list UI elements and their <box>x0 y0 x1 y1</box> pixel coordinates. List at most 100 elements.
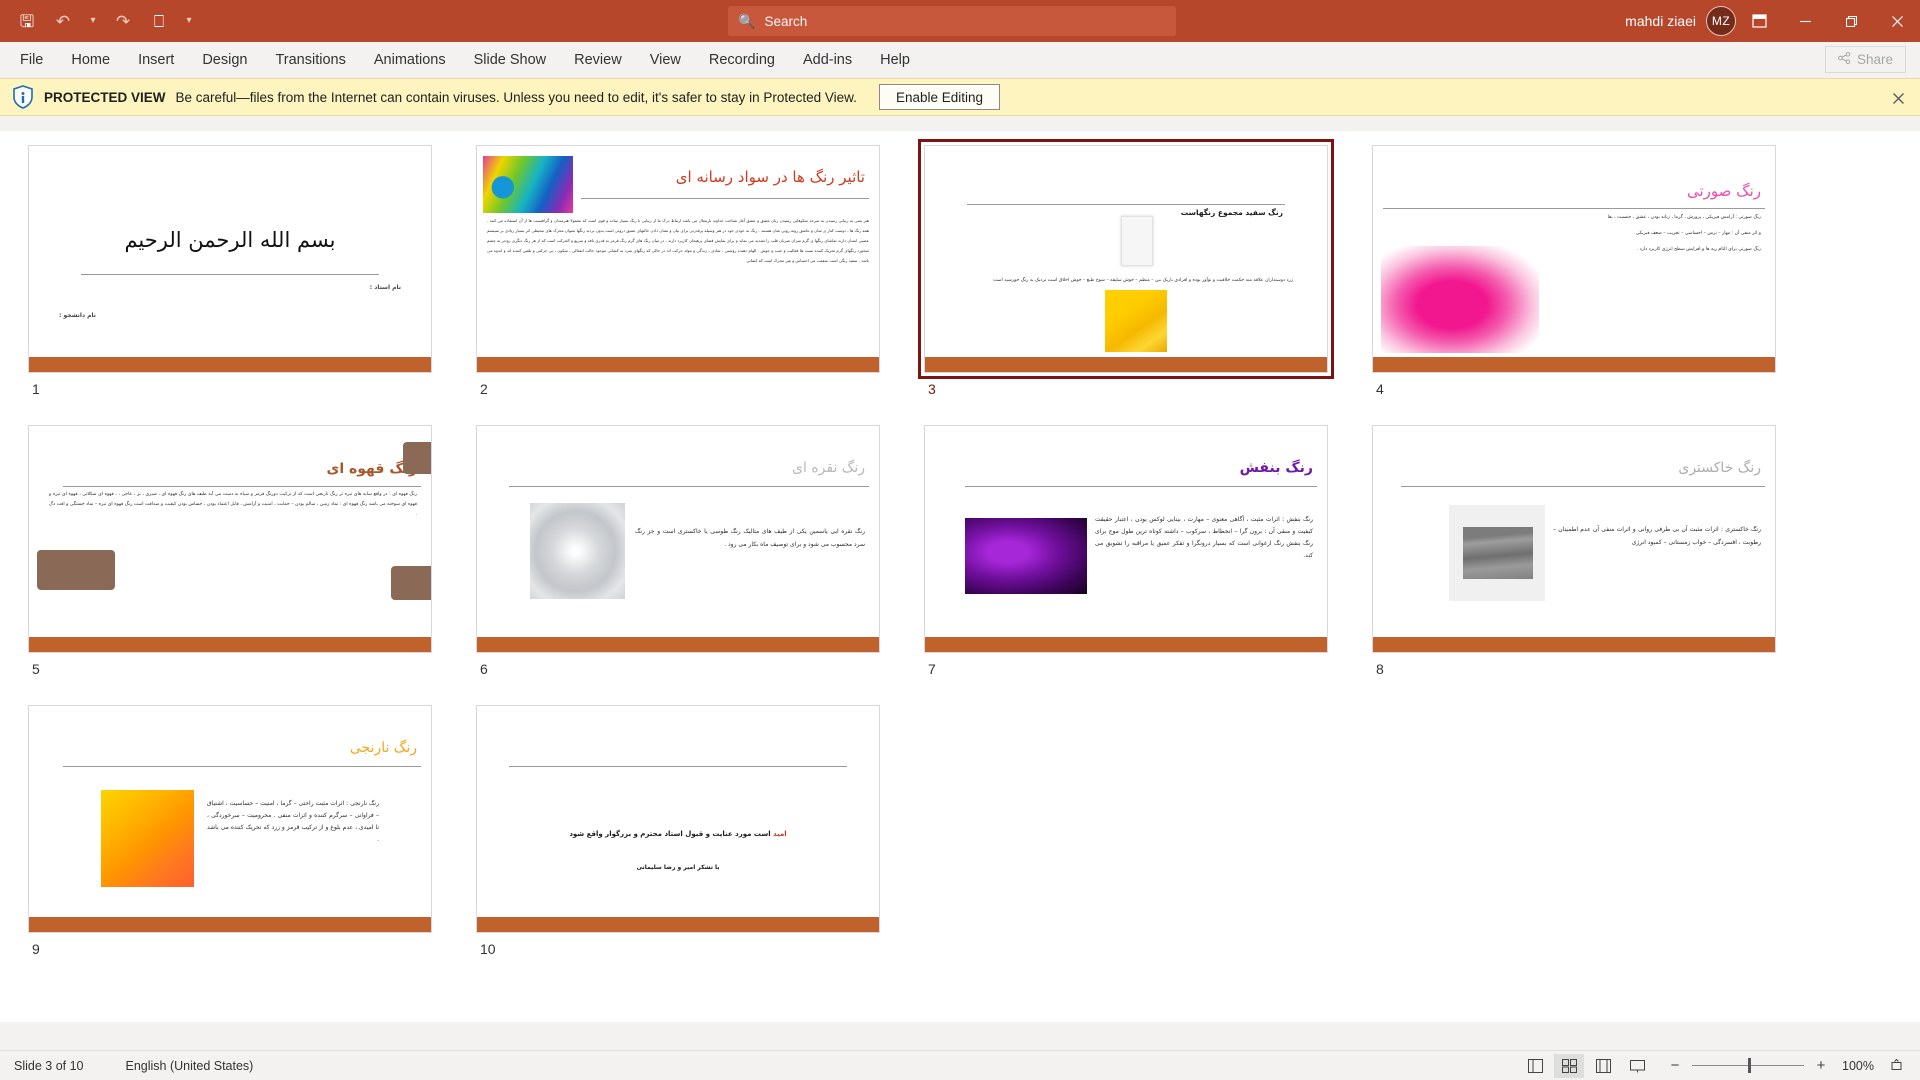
slide-8-body: رنگ خاکستری : اثرات مثبت آن بی طرفی روان… <box>1553 526 1761 546</box>
zoom-slider[interactable] <box>1692 1058 1804 1073</box>
slide-grid: بسم الله الرحمن الرحیم نام استاد : نام د… <box>0 139 1920 957</box>
redo-icon[interactable]: ↷ <box>106 5 140 37</box>
protected-view-bar: PROTECTED VIEW Be careful—files from the… <box>0 78 1920 116</box>
slide-6-accent-bar <box>477 637 879 652</box>
slide-4-title: رنگ صورتی <box>1686 182 1761 200</box>
slide-thumbnail-9[interactable]: رنگ نارنجی رنگ نارنجی : اثرات مثبت راحتی… <box>22 699 438 939</box>
search-input[interactable]: 🔍 Search <box>728 6 1176 36</box>
slide-7-body: رنگ بنفش : اثرات مثبت ، آگاهی معنوی – مه… <box>1095 516 1313 559</box>
slide-2-accent-bar <box>477 357 879 372</box>
slide-3-body: زرد دوستداران علاقه مند حکمت خلاقیت و نو… <box>993 278 1293 283</box>
zoom-out-button[interactable]: − <box>1668 1057 1682 1074</box>
slide-5-body: رنگ قهوه ای : در واقع سایه های تیره تر ر… <box>49 492 417 518</box>
tab-help[interactable]: Help <box>866 42 924 78</box>
slide-4-image <box>1381 246 1539 353</box>
slide-canvas-5: رنگ قهوه ای رنگ قهوه ای : در واقع سایه ه… <box>28 425 432 653</box>
share-icon <box>1838 52 1851 67</box>
enable-editing-button[interactable]: Enable Editing <box>878 84 1001 110</box>
slide-cell-7[interactable]: رنگ بنفش رنگ بنفش : اثرات مثبت ، آگاهی م… <box>918 419 1366 677</box>
slide-cell-3[interactable]: رنگ سفید مجموع رنگهاست زرد دوستداران علا… <box>918 139 1366 397</box>
zoom-control[interactable]: − + 100% <box>1668 1057 1908 1074</box>
slide-number-1: 1 <box>32 381 40 397</box>
tab-recording[interactable]: Recording <box>695 42 789 78</box>
slide-sorter-view-button[interactable] <box>1554 1053 1584 1078</box>
slide-thumbnail-8[interactable]: رنگ خاکستری رنگ خاکستری : اثرات مثبت آن … <box>1366 419 1782 659</box>
slide-cell-9[interactable]: رنگ نارنجی رنگ نارنجی : اثرات مثبت راحتی… <box>22 699 470 957</box>
slide-1-title: بسم الله الرحمن الرحیم <box>124 228 336 252</box>
slide-8-rule <box>1401 486 1765 487</box>
tab-design[interactable]: Design <box>188 42 261 78</box>
restore-button[interactable] <box>1828 0 1874 42</box>
slide-cell-4[interactable]: رنگ صورتی رنگ صورتی : آرامش فیزیکی ، پرو… <box>1366 139 1814 397</box>
slide-1-line-1: نام استاد : <box>369 284 401 291</box>
close-button[interactable] <box>1874 0 1920 42</box>
slide-thumbnail-7[interactable]: رنگ بنفش رنگ بنفش : اثرات مثبت ، آگاهی م… <box>918 419 1334 659</box>
slide-6-image <box>530 503 625 599</box>
slide-cell-1[interactable]: بسم الله الرحمن الرحیم نام استاد : نام د… <box>22 139 470 397</box>
reading-view-button[interactable] <box>1588 1054 1618 1078</box>
account-name[interactable]: mahdi ziaei <box>1625 13 1696 29</box>
start-presentation-icon[interactable]: ⎕ <box>142 5 176 37</box>
tab-add-ins[interactable]: Add-ins <box>789 42 866 78</box>
search-placeholder: Search <box>764 13 808 29</box>
close-icon[interactable] <box>1888 88 1908 108</box>
slide-4-rule <box>1383 208 1765 209</box>
tab-transitions[interactable]: Transitions <box>261 42 359 78</box>
undo-icon[interactable]: ↶ <box>46 5 80 37</box>
tab-view[interactable]: View <box>636 42 695 78</box>
zoom-slider-thumb[interactable] <box>1748 1058 1751 1073</box>
tab-slide-show[interactable]: Slide Show <box>460 42 561 78</box>
zoom-level[interactable]: 100% <box>1838 1059 1874 1073</box>
fit-to-window-button[interactable] <box>1884 1059 1908 1072</box>
slide-thumbnail-1[interactable]: بسم الله الرحمن الرحیم نام استاد : نام د… <box>22 139 438 379</box>
slide-cell-6[interactable]: رنگ نقره ای رنگ نقره ایی یاسمین یکی از ط… <box>470 419 918 677</box>
slide-show-button[interactable] <box>1622 1054 1652 1078</box>
slide-counter[interactable]: Slide 3 of 10 <box>14 1059 84 1073</box>
undo-dropdown-icon[interactable]: ▾ <box>82 5 104 37</box>
slide-cell-5[interactable]: رنگ قهوه ای رنگ قهوه ای : در واقع سایه ه… <box>22 419 470 677</box>
slide-canvas-7: رنگ بنفش رنگ بنفش : اثرات مثبت ، آگاهی م… <box>924 425 1328 653</box>
tab-insert[interactable]: Insert <box>124 42 188 78</box>
save-icon[interactable]: 🖫 <box>10 5 44 37</box>
status-right: − + 100% <box>1520 1053 1920 1078</box>
customize-qat-icon[interactable]: ▾ <box>178 5 200 37</box>
slide-6-rule <box>509 486 869 487</box>
slide-5-accent-bar <box>29 637 431 652</box>
slide-thumbnail-5[interactable]: رنگ قهوه ای رنگ قهوه ای : در واقع سایه ه… <box>22 419 438 659</box>
slide-4-body-2: و اثر منفی آن : مهار – ترس – احساسی – تخ… <box>1635 231 1761 236</box>
slide-3-rule <box>967 204 1285 205</box>
slide-9-body: رنگ نارنجی : اثرات مثبت راحتی – گرما ، ا… <box>207 800 379 843</box>
minimize-button[interactable] <box>1782 0 1828 42</box>
tab-file[interactable]: File <box>6 42 57 78</box>
slide-thumbnail-2[interactable]: تاثیر رنگ ها در سواد رسانه ای هنر یعنی ب… <box>470 139 886 379</box>
slide-thumbnail-3[interactable]: رنگ سفید مجموع رنگهاست زرد دوستداران علا… <box>918 139 1334 379</box>
slide-3-accent-bar <box>925 357 1327 372</box>
share-button[interactable]: Share <box>1824 46 1906 73</box>
zoom-in-button[interactable]: + <box>1814 1057 1828 1074</box>
slide-3-yellow-image <box>1105 290 1167 352</box>
slide-9-title: رنگ نارنجی <box>349 740 417 756</box>
slide-cell-8[interactable]: رنگ خاکستری رنگ خاکستری : اثرات مثبت آن … <box>1366 419 1814 677</box>
slide-cell-10[interactable]: امید است مورد عنایت و قبول استاد محترم و… <box>470 699 918 957</box>
tab-animations[interactable]: Animations <box>360 42 460 78</box>
slide-thumbnail-10[interactable]: امید است مورد عنایت و قبول استاد محترم و… <box>470 699 886 939</box>
slide-6-title: رنگ نقره ای <box>792 460 865 476</box>
slide-8-accent-bar <box>1373 637 1775 652</box>
slide-cell-2[interactable]: تاثیر رنگ ها در سواد رسانه ای هنر یعنی ب… <box>470 139 918 397</box>
normal-view-button[interactable] <box>1520 1054 1550 1078</box>
avatar[interactable]: MZ <box>1706 6 1736 36</box>
shield-icon <box>12 85 34 109</box>
slide-thumbnail-4[interactable]: رنگ صورتی رنگ صورتی : آرامش فیزیکی ، پرو… <box>1366 139 1782 379</box>
slide-number-10: 10 <box>480 941 496 957</box>
slide-4-accent-bar <box>1373 357 1775 372</box>
slide-canvas-4: رنگ صورتی رنگ صورتی : آرامش فیزیکی ، پرو… <box>1372 145 1776 373</box>
slide-6-body: رنگ نقره ایی یاسمین یکی از طیف های متالی… <box>635 528 865 548</box>
tab-home[interactable]: Home <box>57 42 124 78</box>
slide-thumbnail-6[interactable]: رنگ نقره ای رنگ نقره ایی یاسمین یکی از ط… <box>470 419 886 659</box>
slide-9-image <box>101 790 194 887</box>
slide-sorter-pane[interactable]: بسم الله الرحمن الرحیم نام استاد : نام د… <box>0 131 1920 1022</box>
slide-9-rule <box>63 766 421 767</box>
ribbon-display-options-icon[interactable] <box>1736 0 1782 42</box>
tab-review[interactable]: Review <box>560 42 636 78</box>
language-indicator[interactable]: English (United States) <box>126 1059 254 1073</box>
